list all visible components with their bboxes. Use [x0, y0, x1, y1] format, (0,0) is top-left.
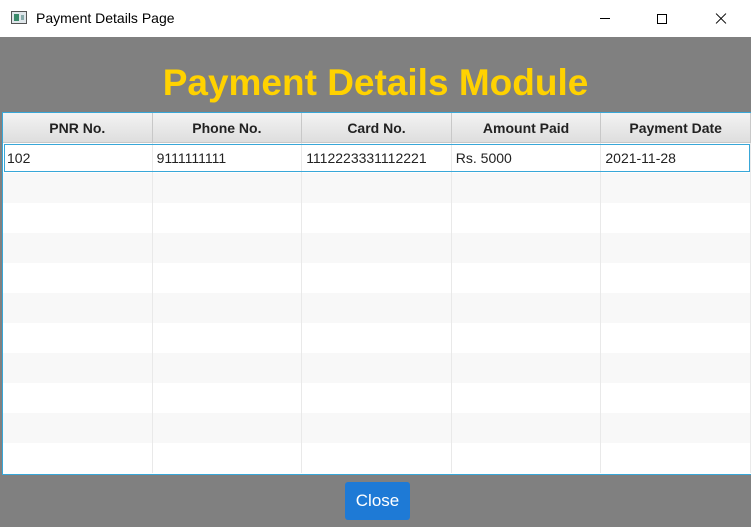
empty-cell [452, 203, 602, 233]
empty-cell [302, 443, 452, 473]
empty-table-row [3, 413, 751, 443]
empty-cell [3, 323, 153, 353]
empty-cell [153, 443, 303, 473]
cell-date: 2021-11-28 [601, 143, 751, 173]
minimize-button[interactable] [582, 0, 628, 37]
empty-cell [153, 233, 303, 263]
empty-cell [153, 353, 303, 383]
column-header-amount[interactable]: Amount Paid [451, 113, 602, 143]
close-icon [715, 13, 727, 25]
maximize-icon [657, 13, 667, 24]
table-row[interactable]: 102 9111111111 1112223331112221 Rs. 5000… [3, 143, 751, 173]
empty-cell [153, 203, 303, 233]
empty-cell [601, 323, 751, 353]
page-title: Payment Details Module [162, 62, 589, 103]
empty-table-row [3, 383, 751, 413]
empty-cell [302, 323, 452, 353]
main-content: Payment Details Module PNR No. Phone No.… [0, 37, 751, 527]
empty-cell [3, 383, 153, 413]
empty-rows [3, 173, 751, 473]
empty-cell [302, 383, 452, 413]
empty-cell [153, 323, 303, 353]
minimize-icon [600, 18, 610, 19]
empty-cell [153, 263, 303, 293]
payment-table[interactable]: PNR No. Phone No. Card No. Amount Paid P… [2, 112, 751, 475]
empty-cell [601, 233, 751, 263]
empty-cell [601, 203, 751, 233]
empty-cell [3, 173, 153, 203]
empty-cell [452, 323, 602, 353]
close-window-button[interactable] [698, 0, 744, 37]
empty-cell [3, 293, 153, 323]
empty-cell [302, 173, 452, 203]
empty-table-row [3, 293, 751, 323]
empty-cell [3, 413, 153, 443]
app-window-icon [11, 11, 27, 24]
window-title: Payment Details Page [36, 10, 175, 26]
empty-table-row [3, 203, 751, 233]
column-header-date[interactable]: Payment Date [601, 113, 751, 143]
empty-cell [452, 173, 602, 203]
empty-cell [302, 263, 452, 293]
empty-cell [601, 353, 751, 383]
cell-card: 1112223331112221 [302, 143, 452, 173]
column-header-pnr[interactable]: PNR No. [3, 113, 153, 143]
empty-cell [452, 443, 602, 473]
empty-cell [302, 353, 452, 383]
empty-table-row [3, 323, 751, 353]
empty-table-row [3, 353, 751, 383]
empty-cell [3, 263, 153, 293]
empty-cell [3, 353, 153, 383]
empty-cell [3, 203, 153, 233]
column-header-card[interactable]: Card No. [302, 113, 452, 143]
empty-cell [153, 293, 303, 323]
empty-cell [153, 413, 303, 443]
empty-cell [302, 413, 452, 443]
empty-cell [3, 233, 153, 263]
empty-cell [601, 383, 751, 413]
empty-cell [452, 353, 602, 383]
empty-cell [601, 263, 751, 293]
column-header-phone[interactable]: Phone No. [152, 113, 303, 143]
empty-cell [601, 413, 751, 443]
empty-cell [452, 233, 602, 263]
empty-cell [452, 293, 602, 323]
empty-cell [302, 293, 452, 323]
window-titlebar: Payment Details Page [0, 0, 751, 37]
empty-cell [452, 383, 602, 413]
empty-cell [302, 233, 452, 263]
empty-table-row [3, 233, 751, 263]
empty-cell [601, 173, 751, 203]
empty-cell [153, 173, 303, 203]
empty-cell [452, 263, 602, 293]
empty-cell [3, 443, 153, 473]
close-button[interactable]: Close [345, 482, 410, 520]
empty-cell [601, 443, 751, 473]
empty-table-row [3, 263, 751, 293]
empty-cell [601, 293, 751, 323]
empty-cell [153, 383, 303, 413]
empty-cell [302, 203, 452, 233]
cell-pnr: 102 [3, 143, 153, 173]
cell-phone: 9111111111 [153, 143, 303, 173]
empty-cell [452, 413, 602, 443]
empty-table-row [3, 173, 751, 203]
table-header: PNR No. Phone No. Card No. Amount Paid P… [3, 113, 751, 143]
maximize-button[interactable] [639, 0, 685, 37]
cell-amount: Rs. 5000 [452, 143, 602, 173]
empty-table-row [3, 443, 751, 473]
